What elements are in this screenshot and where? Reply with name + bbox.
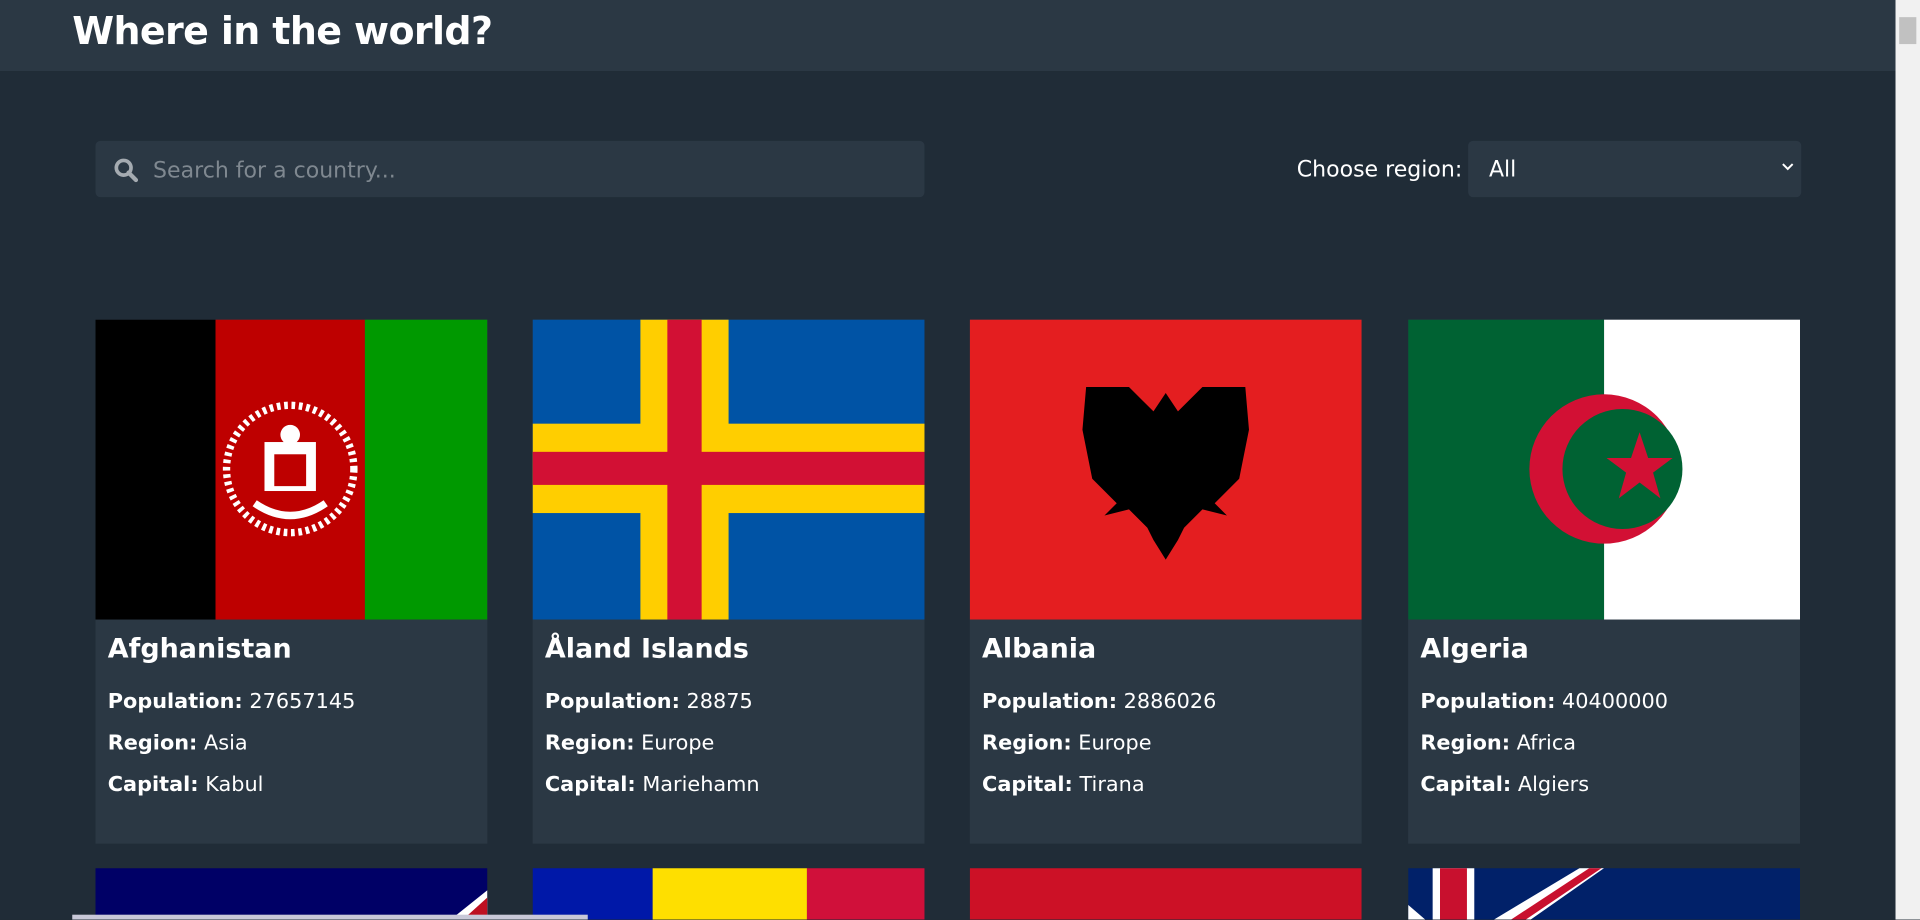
region: Region: Europe — [544, 731, 715, 756]
region: Region: Asia — [107, 731, 248, 756]
flag-image[interactable] — [1408, 868, 1801, 920]
app-header: Where in the world? — [0, 0, 1896, 72]
flag-image — [1408, 319, 1801, 620]
search-icon — [114, 158, 139, 183]
country-card[interactable]: Afghanistan Population: 27657145 Region:… — [95, 319, 488, 844]
flag-image — [532, 319, 925, 620]
vertical-scrollbar-thumb[interactable] — [1899, 17, 1917, 45]
search-input[interactable] — [150, 140, 891, 200]
population: Population: 2886026 — [982, 689, 1217, 714]
region: Region: Europe — [982, 731, 1152, 756]
page: Where in the world? Choose region: All A… — [0, 0, 1920, 920]
region-filter-label: Choose region: — [1296, 156, 1463, 183]
region-select[interactable]: All — [1468, 140, 1802, 198]
country-name: Albania — [982, 634, 1097, 665]
region-select-value: All — [1488, 156, 1517, 183]
population: Population: 40400000 — [1420, 689, 1668, 714]
flag-image[interactable] — [95, 868, 488, 920]
country-card[interactable]: Albania Population: 2886026 Region: Euro… — [969, 319, 1362, 844]
capital: Capital: Kabul — [107, 772, 264, 798]
chevron-down-icon — [1782, 163, 1794, 171]
app-title: Where in the world? — [72, 9, 493, 54]
flag-image — [95, 319, 488, 620]
country-name: Åland Islands — [544, 634, 749, 665]
flag-image[interactable] — [532, 868, 925, 920]
vertical-scrollbar[interactable] — [1895, 0, 1920, 920]
country-card[interactable]: Algeria Population: 40400000 Region: Afr… — [1408, 319, 1801, 844]
search-box[interactable] — [95, 140, 925, 200]
flag-image — [969, 319, 1362, 620]
capital: Capital: Algiers — [1420, 772, 1590, 798]
region: Region: Africa — [1420, 731, 1577, 756]
flag-image[interactable] — [969, 868, 1362, 920]
population: Population: 27657145 — [107, 689, 356, 714]
population: Population: 28875 — [544, 689, 753, 714]
country-name: Algeria — [1420, 634, 1529, 665]
capital: Capital: Tirana — [982, 772, 1145, 798]
country-card[interactable]: Åland Islands Population: 28875 Region: … — [532, 319, 925, 844]
country-name: Afghanistan — [107, 634, 292, 665]
capital: Capital: Mariehamn — [544, 772, 760, 798]
